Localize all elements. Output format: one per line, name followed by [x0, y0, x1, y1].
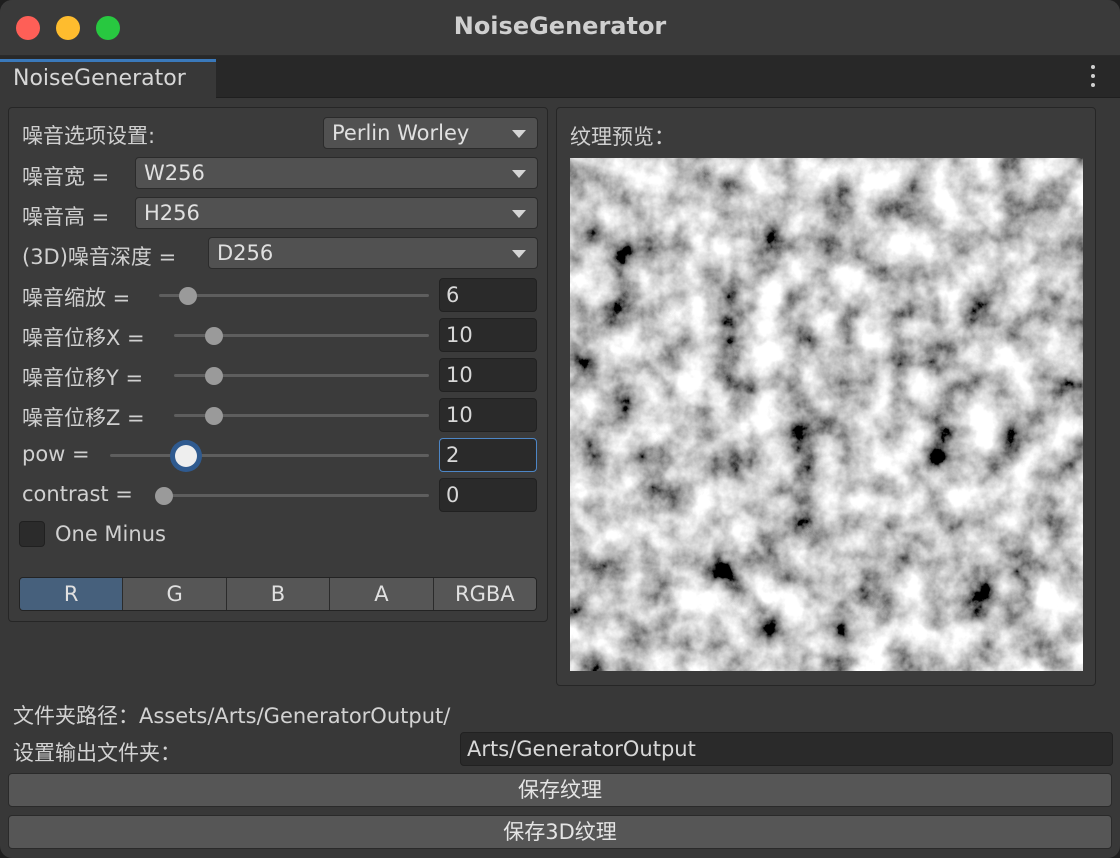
channel-rgba-button[interactable]: RGBA: [433, 578, 536, 610]
noise-generator-window: NoiseGenerator NoiseGenerator 噪音选项设置: Pe…: [0, 0, 1120, 858]
scale-label: 噪音缩放 =: [22, 286, 131, 310]
contrast-slider[interactable]: [155, 486, 429, 505]
channel-b-button[interactable]: B: [226, 578, 331, 610]
output-folder-input[interactable]: Arts/GeneratorOutput: [460, 732, 1113, 766]
preview-label: 纹理预览：: [570, 125, 675, 149]
one-minus-label: One Minus: [55, 522, 166, 546]
chevron-down-icon: [512, 210, 526, 218]
save-3d-texture-button[interactable]: 保存3D纹理: [8, 815, 1112, 849]
offset-y-slider-thumb[interactable]: [204, 366, 223, 385]
noise-texture-image: [570, 158, 1083, 671]
set-output-folder-label: 设置输出文件夹：: [13, 741, 181, 765]
noise-height-value: H256: [144, 201, 200, 225]
noise-height-dropdown[interactable]: H256: [135, 197, 538, 229]
noise-depth-dropdown[interactable]: D256: [208, 237, 538, 269]
channel-a-button[interactable]: A: [330, 578, 434, 610]
chevron-down-icon: [512, 250, 526, 258]
offset-x-slider-thumb[interactable]: [204, 326, 223, 345]
noise-depth-label: (3D)噪音深度 =: [22, 245, 177, 269]
offset-z-label: 噪音位移Z =: [22, 406, 145, 430]
chevron-down-icon: [512, 130, 526, 138]
folder-path-label: 文件夹路径：Assets/Arts/GeneratorOutput/: [13, 704, 451, 728]
pow-input[interactable]: 2: [439, 438, 537, 472]
noise-options-label: 噪音选项设置:: [22, 124, 156, 148]
offset-x-slider[interactable]: [174, 326, 429, 345]
noise-width-label: 噪音宽 =: [22, 165, 110, 189]
one-minus-checkbox[interactable]: [19, 521, 45, 547]
offset-y-slider[interactable]: [174, 366, 429, 385]
contrast-label: contrast =: [22, 482, 133, 506]
more-options-icon[interactable]: [1090, 65, 1096, 87]
title-bar: NoiseGenerator: [0, 0, 1120, 56]
scale-slider-thumb[interactable]: [179, 286, 198, 305]
offset-z-input[interactable]: 10: [439, 398, 537, 432]
offset-z-slider-thumb[interactable]: [204, 406, 223, 425]
window-title: NoiseGenerator: [453, 12, 667, 40]
channel-selector: R G B A RGBA: [19, 577, 537, 611]
scale-slider[interactable]: [159, 286, 429, 305]
offset-z-slider[interactable]: [174, 406, 429, 425]
pow-label: pow =: [22, 442, 90, 466]
chevron-down-icon: [512, 170, 526, 178]
noise-type-value: Perlin Worley: [332, 121, 470, 145]
channel-r-button[interactable]: R: [20, 578, 124, 610]
noise-height-label: 噪音高 =: [22, 205, 110, 229]
pow-slider[interactable]: [110, 444, 429, 467]
offset-x-input[interactable]: 10: [439, 318, 537, 352]
noise-width-dropdown[interactable]: W256: [135, 157, 538, 189]
noise-type-dropdown[interactable]: Perlin Worley: [323, 117, 538, 149]
contrast-slider-thumb[interactable]: [155, 486, 173, 505]
pow-slider-thumb[interactable]: [175, 444, 198, 467]
offset-x-label: 噪音位移X =: [22, 326, 145, 350]
tab-noise-generator[interactable]: NoiseGenerator: [0, 59, 216, 98]
noise-depth-value: D256: [217, 241, 274, 265]
scale-input[interactable]: 6: [439, 278, 537, 312]
settings-panel: 噪音选项设置: Perlin Worley 噪音宽 = W256 噪音高 = H…: [8, 107, 548, 622]
save-texture-button[interactable]: 保存纹理: [8, 773, 1112, 807]
offset-y-input[interactable]: 10: [439, 358, 537, 392]
preview-panel: 纹理预览：: [556, 107, 1096, 686]
tab-bar: NoiseGenerator: [0, 56, 1120, 98]
noise-texture-preview: [570, 158, 1083, 671]
offset-y-label: 噪音位移Y =: [22, 366, 144, 390]
contrast-input[interactable]: 0: [439, 478, 537, 512]
noise-width-value: W256: [144, 161, 205, 185]
channel-g-button[interactable]: G: [123, 578, 227, 610]
